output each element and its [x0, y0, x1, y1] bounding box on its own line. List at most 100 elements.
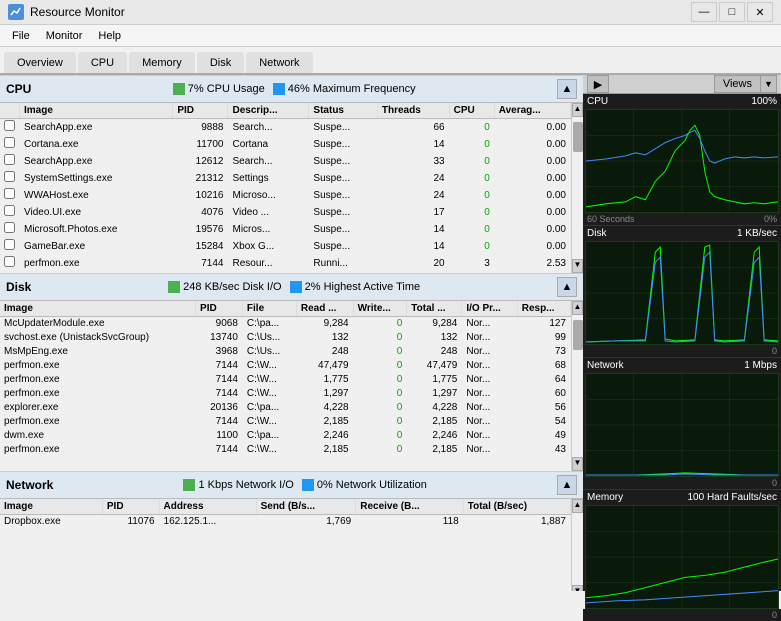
- table-row[interactable]: Video.UI.exe 4076 Video ... Suspe... 17 …: [0, 204, 571, 221]
- tab-memory[interactable]: Memory: [129, 52, 195, 73]
- net-scroll-up[interactable]: ▲: [572, 499, 583, 513]
- cpu-col-desc[interactable]: Descrip...: [228, 103, 309, 119]
- network-chart-label: Network: [587, 360, 624, 371]
- cpu-col-cpu[interactable]: CPU: [449, 103, 494, 119]
- cpu-row-cpu: 0: [449, 136, 494, 153]
- row-checkbox[interactable]: [0, 170, 20, 187]
- net-col-addr[interactable]: Address: [159, 499, 256, 515]
- net-col-send[interactable]: Send (B/s...: [256, 499, 356, 515]
- row-checkbox[interactable]: [0, 153, 20, 170]
- net-scroll-down[interactable]: ▼: [572, 585, 583, 591]
- network-table-container[interactable]: Image PID Address Send (B/s... Receive (…: [0, 499, 571, 591]
- table-row[interactable]: SearchApp.exe 9888 Search... Suspe... 66…: [0, 119, 571, 136]
- disk-col-image[interactable]: Image: [0, 301, 196, 317]
- row-checkbox[interactable]: [0, 238, 20, 255]
- row-checkbox[interactable]: [0, 187, 20, 204]
- net-col-total[interactable]: Total (B/sec): [463, 499, 570, 515]
- disk-col-resp[interactable]: Resp...: [517, 301, 570, 317]
- network-scrollbar[interactable]: ▲ ▼: [571, 499, 583, 591]
- row-checkbox[interactable]: [0, 204, 20, 221]
- tab-cpu[interactable]: CPU: [78, 52, 127, 73]
- menu-help[interactable]: Help: [90, 28, 129, 44]
- disk-row-resp: 64: [517, 373, 570, 387]
- cpu-col-image[interactable]: Image: [20, 103, 173, 119]
- tab-disk[interactable]: Disk: [197, 52, 244, 73]
- disk-col-io[interactable]: I/O Pr...: [462, 301, 517, 317]
- cpu-col-status[interactable]: Status: [309, 103, 377, 119]
- table-row[interactable]: perfmon.exe 7144 Resour... Runni... 20 3…: [0, 255, 571, 272]
- cpu-scroll-down[interactable]: ▼: [572, 259, 583, 273]
- views-button[interactable]: Views: [714, 75, 761, 93]
- disk-table-container[interactable]: Image PID File Read ... Write... Total .…: [0, 301, 571, 471]
- table-row[interactable]: McUpdaterModule.exe 9068 C:\pa... 9,284 …: [0, 317, 571, 331]
- disk-scroll-thumb[interactable]: [573, 320, 583, 350]
- disk-row-read: 4,228: [296, 401, 353, 415]
- right-panel-arrow-btn[interactable]: ▶: [587, 75, 609, 93]
- network-expand-btn[interactable]: ▲: [557, 475, 577, 495]
- cpu-col-pid[interactable]: PID: [173, 103, 228, 119]
- close-button[interactable]: ✕: [747, 2, 773, 22]
- disk-row-io: Nor...: [462, 373, 517, 387]
- row-checkbox[interactable]: [0, 119, 20, 136]
- network-stats: 1 Kbps Network I/O 0% Network Utilizatio…: [183, 479, 426, 491]
- row-checkbox[interactable]: [0, 221, 20, 238]
- table-row[interactable]: explorer.exe 20136 C:\pa... 4,228 0 4,22…: [0, 401, 571, 415]
- cpu-row-image: Cortana.exe: [20, 136, 173, 153]
- table-row[interactable]: svchost.exe (UnistackSvcGroup) 13740 C:\…: [0, 331, 571, 345]
- row-checkbox[interactable]: [0, 136, 20, 153]
- title-bar: Resource Monitor — □ ✕: [0, 0, 781, 25]
- disk-col-pid[interactable]: PID: [196, 301, 243, 317]
- table-row[interactable]: dwm.exe 1100 C:\pa... 2,246 0 2,246 Nor.…: [0, 429, 571, 443]
- disk-col-read[interactable]: Read ...: [296, 301, 353, 317]
- table-row[interactable]: perfmon.exe 7144 C:\W... 2,185 0 2,185 N…: [0, 415, 571, 429]
- disk-col-write[interactable]: Write...: [353, 301, 407, 317]
- table-row[interactable]: Dropbox.exe 11076 162.125.1... 1,769 118…: [0, 515, 571, 529]
- cpu-row-avg: 0.00: [494, 170, 570, 187]
- cpu-table-container[interactable]: Image PID Descrip... Status Threads CPU …: [0, 103, 571, 273]
- disk-col-total[interactable]: Total ...: [407, 301, 462, 317]
- disk-col-file[interactable]: File: [242, 301, 296, 317]
- cpu-col-threads[interactable]: Threads: [377, 103, 449, 119]
- cpu-row-pid: 15284: [173, 238, 228, 255]
- cpu-row-cpu: 3: [449, 255, 494, 272]
- cpu-scroll-up[interactable]: ▲: [572, 103, 583, 117]
- tab-network[interactable]: Network: [246, 52, 312, 73]
- disk-scrollbar[interactable]: ▲ ▼: [571, 301, 583, 471]
- views-dropdown-btn[interactable]: ▼: [761, 75, 777, 93]
- disk-row-read: 2,185: [296, 443, 353, 457]
- disk-expand-btn[interactable]: ▲: [557, 277, 577, 297]
- table-row[interactable]: SystemSettings.exe 21312 Settings Suspe.…: [0, 170, 571, 187]
- cpu-section-header[interactable]: CPU 7% CPU Usage 46% Maximum Frequency ▲: [0, 75, 583, 103]
- net-col-recv[interactable]: Receive (B...: [356, 499, 464, 515]
- table-row[interactable]: perfmon.exe 7144 C:\W... 1,775 0 1,775 N…: [0, 373, 571, 387]
- table-row[interactable]: perfmon.exe 7144 C:\W... 47,479 0 47,479…: [0, 359, 571, 373]
- net-col-pid[interactable]: PID: [102, 499, 159, 515]
- table-row[interactable]: Microsoft.Photos.exe 19576 Micros... Sus…: [0, 221, 571, 238]
- disk-section-header[interactable]: Disk 248 KB/sec Disk I/O 2% Highest Acti…: [0, 273, 583, 301]
- cpu-row-image: perfmon.exe: [20, 255, 173, 272]
- cpu-scroll-thumb[interactable]: [573, 122, 583, 152]
- table-row[interactable]: SearchApp.exe 12612 Search... Suspe... 3…: [0, 153, 571, 170]
- maximize-button[interactable]: □: [719, 2, 745, 22]
- menu-file[interactable]: File: [4, 28, 38, 44]
- table-row[interactable]: WWAHost.exe 10216 Microso... Suspe... 24…: [0, 187, 571, 204]
- table-row[interactable]: perfmon.exe 7144 C:\W... 1,297 0 1,297 N…: [0, 387, 571, 401]
- cpu-row-desc: Microso...: [228, 187, 309, 204]
- row-checkbox[interactable]: [0, 255, 20, 272]
- disk-row-file: C:\W...: [242, 359, 296, 373]
- disk-scroll-up[interactable]: ▲: [572, 301, 583, 315]
- net-col-image[interactable]: Image: [0, 499, 102, 515]
- table-row[interactable]: MsMpEng.exe 3968 C:\Us... 248 0 248 Nor.…: [0, 345, 571, 359]
- table-row[interactable]: perfmon.exe 7144 C:\W... 2,185 0 2,185 N…: [0, 443, 571, 457]
- cpu-scrollbar[interactable]: ▲ ▼: [571, 103, 583, 273]
- cpu-col-avg[interactable]: Averag...: [494, 103, 570, 119]
- disk-scroll-down[interactable]: ▼: [572, 457, 583, 471]
- tab-overview[interactable]: Overview: [4, 52, 76, 73]
- menu-monitor[interactable]: Monitor: [38, 28, 91, 44]
- minimize-button[interactable]: —: [691, 2, 717, 22]
- network-section-header[interactable]: Network 1 Kbps Network I/O 0% Network Ut…: [0, 471, 583, 499]
- cpu-row-desc: Search...: [228, 153, 309, 170]
- table-row[interactable]: GameBar.exe 15284 Xbox G... Suspe... 14 …: [0, 238, 571, 255]
- table-row[interactable]: Cortana.exe 11700 Cortana Suspe... 14 0 …: [0, 136, 571, 153]
- cpu-expand-btn[interactable]: ▲: [557, 79, 577, 99]
